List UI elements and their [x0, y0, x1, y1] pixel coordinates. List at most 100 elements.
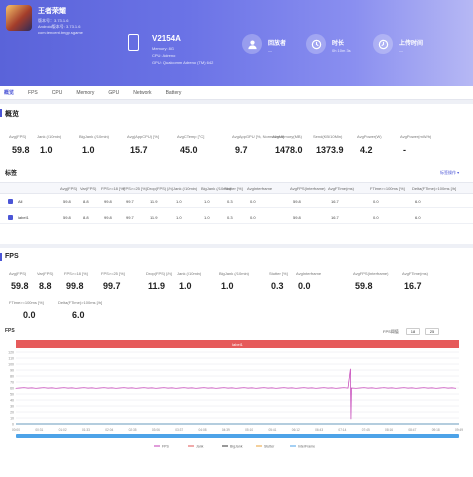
- metric-value: 6.0: [72, 310, 85, 320]
- metric-label: AvgFPS(Interframe): [353, 271, 389, 276]
- x-tick-label: 03:06: [152, 428, 160, 432]
- table-column-header: Drop(FPS) [/h]: [147, 186, 173, 191]
- metric-label: AvgFTime(ms): [402, 271, 428, 276]
- overview-metric: Jank (/10min) 1.0: [37, 134, 61, 155]
- row-checkbox[interactable]: [8, 215, 13, 220]
- overview-metric: Send(KB/10Min) 1373.9: [313, 134, 344, 155]
- tab-fps[interactable]: FPS: [28, 90, 38, 96]
- metric-label: Jank (/10min): [177, 271, 202, 276]
- row-checkbox[interactable]: [8, 199, 13, 204]
- labels-table-header: Avg(FPS) Var(FPS) FPS>=18 [%] FPS>=25 [%] Dr…: [0, 182, 473, 194]
- stat-duration-label: 时长: [332, 41, 345, 47]
- metric-value: 59.8: [355, 281, 373, 291]
- device-name: V2154A: [152, 34, 181, 43]
- table-column-header: FPS>=18 [%]: [101, 186, 125, 191]
- section-marker: [0, 253, 2, 261]
- metric-label: AvgInterframe: [296, 271, 322, 276]
- metric-label: FPS>=25 [%]: [101, 271, 125, 276]
- label-action-link[interactable]: 标签操作 ▾: [440, 170, 459, 176]
- y-tick-label: 90: [10, 369, 14, 373]
- y-tick-label: 0: [12, 423, 14, 427]
- fps-metric: Delta(FTime)>100ms [/h] 6.0: [58, 300, 102, 320]
- threshold-input-b[interactable]: 25: [425, 328, 439, 335]
- x-tick-label: 09:49: [455, 428, 463, 432]
- metric-value: 4.2: [360, 145, 373, 155]
- fps-chart-label: FPS: [5, 328, 15, 334]
- fps-line-chart: label1 120 110 100 90 80 70 60 50 40 30 20 10 0 00:00 0…: [4, 340, 468, 452]
- table-cell: 1.0: [204, 199, 210, 204]
- metric-label: FPS>=18 [%]: [64, 271, 88, 276]
- metric-label: BigJank (/10min): [219, 271, 250, 276]
- row-name: All: [18, 199, 23, 204]
- table-cell: 0.0: [373, 215, 379, 220]
- metric-value: 1.0: [40, 145, 53, 155]
- phone-icon: [128, 34, 139, 51]
- table-column-header: Stutter [%]: [224, 186, 243, 191]
- table-row[interactable]: All 59.8 8.8 99.8 99.7 11.9 1.0 1.0 0.3 0.0 59.8 16…: [0, 195, 473, 208]
- table-column-header: FTime>=100ms [%]: [370, 186, 405, 191]
- table-cell: 8.8: [83, 215, 89, 220]
- tab-overview[interactable]: 概览: [4, 89, 14, 96]
- table-row[interactable]: label1 59.8 8.8 99.8 99.7 11.9 1.0 1.0 0.3 0.0 59.…: [0, 211, 473, 224]
- timeline-scrubber: [16, 434, 459, 438]
- x-tick-label: 07:14: [338, 428, 346, 432]
- table-cell: 11.9: [150, 199, 158, 204]
- device-cpu: CPU: Adreno: [152, 53, 176, 58]
- overview-panel: 概览 Avg(FPS) 59.8 Jank (/10min) 1.0 BigJank (…: [0, 104, 473, 244]
- tab-cpu[interactable]: CPU: [52, 90, 63, 96]
- metric-value: 1478.0: [275, 145, 303, 155]
- x-tick-label: 01:33: [82, 428, 90, 432]
- metric-value: 15.7: [130, 145, 148, 155]
- metric-label: AvgCTemp [°C]: [177, 134, 205, 139]
- table-cell: 0.0: [250, 215, 256, 220]
- metric-tabs: 概览 FPS CPU Memory GPU Network Battery: [0, 86, 473, 100]
- metric-value: -: [403, 145, 406, 155]
- tab-battery[interactable]: Battery: [166, 90, 182, 96]
- metric-label: BigJank (/10min): [79, 134, 110, 139]
- metric-label: Jank (/10min): [37, 134, 62, 139]
- fps-metric: Var(FPS) 8.8: [37, 271, 53, 291]
- table-column-header: AvgFTime(ms): [328, 186, 354, 191]
- tab-memory[interactable]: Memory: [76, 90, 94, 96]
- table-column-header: Jank (/10min): [173, 186, 198, 191]
- section-marker: [0, 109, 2, 117]
- x-tick-label: 03:37: [175, 428, 183, 432]
- table-cell: 0.0: [250, 199, 256, 204]
- x-tick-label: 04:08: [199, 428, 207, 432]
- fps-section-title: FPS: [5, 253, 19, 260]
- x-tick-label: 00:31: [35, 428, 43, 432]
- stat-upload-value: —: [399, 48, 403, 53]
- x-tick-label: 00:00: [12, 428, 20, 432]
- metric-label: Avg(AppCPU) [%]: [127, 134, 159, 139]
- y-tick-label: 30: [10, 405, 14, 409]
- legend-label: InterFrame: [298, 445, 315, 449]
- fps-metric: FPS>=25 [%] 99.7: [101, 271, 125, 291]
- metric-label: FTime>=100ms [%]: [9, 300, 44, 305]
- table-cell: 11.9: [150, 215, 158, 220]
- x-tick-label: 01:02: [59, 428, 67, 432]
- table-cell: 99.7: [126, 199, 134, 204]
- fps-metric: Jank (/10min) 1.0: [177, 271, 201, 291]
- threshold-input-a[interactable]: 18: [406, 328, 420, 335]
- metric-value: 59.8: [12, 145, 30, 155]
- y-tick-label: 60: [10, 387, 14, 391]
- x-tick-label: 08:47: [408, 428, 416, 432]
- tab-network[interactable]: Network: [133, 90, 151, 96]
- user-icon: [242, 34, 262, 54]
- fps-metric: BigJank (/10min) 1.0: [219, 271, 249, 291]
- metric-value: 11.9: [148, 281, 166, 291]
- y-tick-label: 70: [10, 381, 14, 385]
- table-cell: 0.3: [227, 215, 233, 220]
- legend-label: FPS: [162, 445, 169, 449]
- fps-metric: Stutter [%] 0.3: [269, 271, 288, 291]
- x-tick-label: 06:43: [315, 428, 323, 432]
- metric-label: AvgPower(mW/h): [400, 134, 432, 139]
- tab-gpu[interactable]: GPU: [108, 90, 119, 96]
- upload-time-icon: [373, 34, 393, 54]
- x-tick-label: 06:12: [292, 428, 300, 432]
- table-cell: 1.0: [204, 215, 210, 220]
- table-cell: 59.8: [293, 215, 301, 220]
- metric-label: Avg(FPS): [9, 134, 27, 139]
- metric-value: 1.0: [179, 281, 192, 291]
- metric-label: Send(KB/10Min): [313, 134, 343, 139]
